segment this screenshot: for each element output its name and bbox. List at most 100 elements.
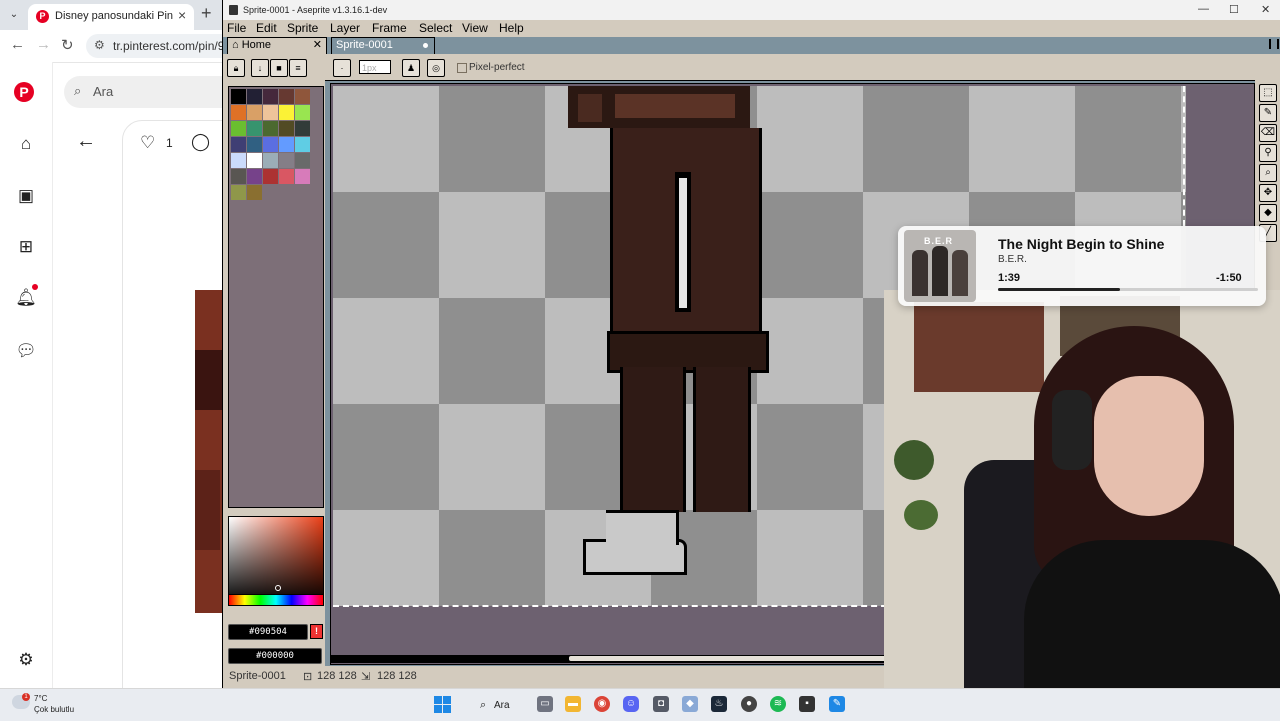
- brush-type-icon[interactable]: ·: [333, 59, 351, 77]
- start-windows-icon[interactable]: [434, 696, 451, 713]
- create-icon[interactable]: ⊞: [14, 235, 38, 259]
- move-tool-icon[interactable]: ✥: [1259, 184, 1277, 202]
- taskbar-search-button[interactable]: ⌕ Ara: [472, 695, 520, 715]
- palette-swatch[interactable]: [247, 105, 262, 120]
- tab-sprite[interactable]: Sprite-0001: [331, 37, 435, 55]
- palette-swatch[interactable]: [263, 169, 278, 184]
- palette-swatch[interactable]: [231, 153, 246, 168]
- pinterest-logo-icon[interactable]: P: [14, 82, 34, 102]
- new-tab-button[interactable]: +: [201, 3, 212, 24]
- tabs-overflow-icon[interactable]: [1269, 39, 1279, 49]
- eraser-tool-icon[interactable]: ⌫: [1259, 124, 1277, 142]
- back-icon[interactable]: ←: [10, 36, 25, 53]
- menu-select[interactable]: Select: [419, 21, 452, 35]
- menu-edit[interactable]: Edit: [256, 21, 277, 35]
- close-home-tab-icon[interactable]: ✕: [313, 38, 322, 51]
- palette-swatch[interactable]: [295, 105, 310, 120]
- menu-file[interactable]: File: [227, 21, 246, 35]
- palette-swatch[interactable]: [247, 185, 262, 200]
- menu-frame[interactable]: Frame: [372, 21, 407, 35]
- foreground-color-field[interactable]: #090504: [228, 624, 308, 640]
- maximize-icon[interactable]: ☐: [1229, 3, 1239, 16]
- palette-swatch[interactable]: [231, 169, 246, 184]
- selection-menu-icon[interactable]: ≡: [289, 59, 307, 77]
- close-tab-icon[interactable]: ×: [178, 7, 186, 23]
- task-view-icon[interactable]: ▭: [537, 696, 553, 712]
- palette-swatch[interactable]: [263, 153, 278, 168]
- palette-swatch[interactable]: [231, 89, 246, 104]
- menu-layer[interactable]: Layer: [330, 21, 360, 35]
- obs-icon[interactable]: ●: [741, 696, 757, 712]
- app-taskbar-icon[interactable]: ✎: [829, 696, 845, 712]
- tab-home[interactable]: ⌂ Home ✕: [227, 37, 327, 55]
- home-icon[interactable]: ⌂: [14, 132, 38, 156]
- palette-swatch[interactable]: [247, 137, 262, 152]
- color-palette[interactable]: [228, 86, 324, 508]
- file-explorer-icon[interactable]: ▬: [565, 696, 581, 712]
- palette-swatch[interactable]: [279, 121, 294, 136]
- settings-gear-icon[interactable]: ⚙: [14, 648, 38, 672]
- palette-swatch[interactable]: [295, 121, 310, 136]
- chrome-icon[interactable]: ◉: [594, 696, 610, 712]
- minimize-icon[interactable]: —: [1198, 3, 1209, 15]
- background-color-field[interactable]: #000000: [228, 648, 322, 664]
- palette-swatch[interactable]: [295, 169, 310, 184]
- pencil-tool-icon[interactable]: ✎: [1259, 104, 1277, 122]
- palette-swatch[interactable]: [279, 105, 294, 120]
- menu-help[interactable]: Help: [499, 21, 524, 35]
- palette-swatch[interactable]: [279, 153, 294, 168]
- zoom-tool-icon[interactable]: ⌕: [1259, 164, 1277, 182]
- browser-tab[interactable]: P Disney panosundaki Pin ×: [28, 4, 194, 30]
- palette-swatch[interactable]: [247, 121, 262, 136]
- palette-swatch[interactable]: [295, 89, 310, 104]
- palette-swatch[interactable]: [247, 153, 262, 168]
- rect-marquee-tool-icon[interactable]: ⬚: [1259, 84, 1277, 102]
- selection-replace-icon[interactable]: ■: [270, 59, 288, 77]
- brush-size-input[interactable]: 1px: [359, 60, 391, 74]
- color-warning-icon[interactable]: !: [310, 624, 323, 639]
- lock-icon[interactable]: 🔒︎: [227, 59, 245, 77]
- pin-back-arrow-icon[interactable]: ←: [76, 130, 96, 153]
- site-info-icon[interactable]: ⚙: [94, 38, 105, 52]
- palette-swatch[interactable]: [247, 169, 262, 184]
- selection-mode-icon[interactable]: ↓: [251, 59, 269, 77]
- ink-type-icon[interactable]: ♟: [402, 59, 420, 77]
- pen-pressure-icon[interactable]: ◎: [427, 59, 445, 77]
- palette-swatch[interactable]: [279, 89, 294, 104]
- palette-swatch[interactable]: [279, 169, 294, 184]
- palette-swatch[interactable]: [279, 137, 294, 152]
- palette-swatch[interactable]: [263, 89, 278, 104]
- camera-icon[interactable]: ◘: [653, 696, 669, 712]
- palette-swatch[interactable]: [231, 137, 246, 152]
- forward-icon[interactable]: →: [36, 36, 51, 53]
- palette-swatch[interactable]: [295, 137, 310, 152]
- pixel-perfect-checkbox[interactable]: [457, 63, 467, 73]
- color-picker-area[interactable]: [228, 516, 324, 604]
- like-heart-icon[interactable]: ♡: [140, 133, 155, 153]
- eyedropper-tool-icon[interactable]: ⚲: [1259, 144, 1277, 162]
- close-window-icon[interactable]: ✕: [1261, 3, 1270, 16]
- color-picker-cursor[interactable]: [275, 585, 281, 591]
- palette-swatch[interactable]: [263, 121, 278, 136]
- menu-view[interactable]: View: [462, 21, 488, 35]
- explore-icon[interactable]: ▣: [14, 184, 38, 208]
- spotify-icon[interactable]: ≋: [770, 696, 786, 712]
- tab-search-icon[interactable]: ⌄: [5, 6, 23, 24]
- media-player-flyout[interactable]: B.E.R The Night Begin to Shine B.E.R. 1:…: [898, 226, 1266, 306]
- palette-swatch[interactable]: [231, 105, 246, 120]
- app-icon[interactable]: ◆: [682, 696, 698, 712]
- palette-swatch[interactable]: [247, 89, 262, 104]
- aseprite-taskbar-icon[interactable]: ▪: [799, 696, 815, 712]
- palette-swatch[interactable]: [231, 121, 246, 136]
- reload-icon[interactable]: ↻: [61, 36, 74, 54]
- menu-sprite[interactable]: Sprite: [287, 21, 318, 35]
- discord-icon[interactable]: ☺: [623, 696, 639, 712]
- palette-swatch[interactable]: [263, 137, 278, 152]
- messages-icon[interactable]: 💬︎: [14, 339, 38, 363]
- palette-swatch[interactable]: [263, 105, 278, 120]
- playback-progress-bar[interactable]: [998, 288, 1258, 291]
- comment-icon[interactable]: ◯: [191, 132, 210, 152]
- palette-swatch[interactable]: [295, 153, 310, 168]
- steam-icon[interactable]: ♨: [711, 696, 727, 712]
- hue-slider[interactable]: [228, 594, 324, 606]
